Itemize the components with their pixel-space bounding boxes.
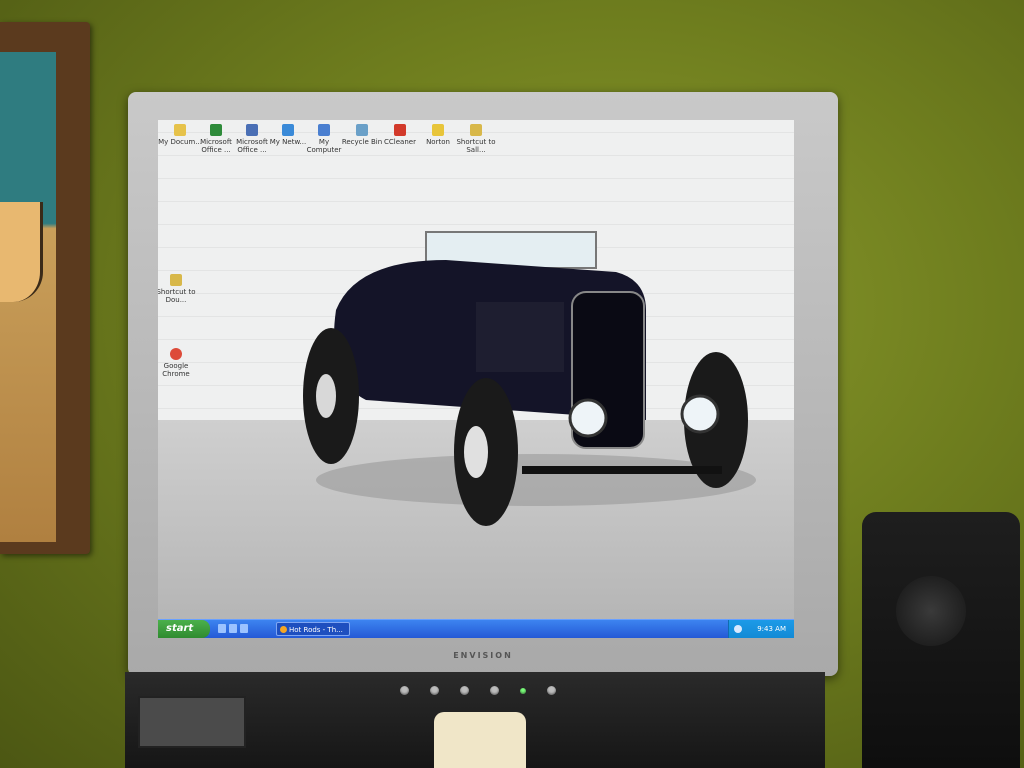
system-tray: 9:43 AM	[728, 620, 794, 638]
quick-launch-icon[interactable]	[240, 624, 248, 633]
power-led-icon	[520, 688, 526, 694]
recycle-bin-icon	[356, 124, 368, 136]
taskbar-window-button[interactable]: Hot Rods - Th...	[276, 622, 350, 636]
monitor-brand-label: ENVISION	[453, 651, 513, 660]
monitor: My Docum... Microsoft Office ... Microso…	[128, 92, 838, 676]
speaker	[862, 512, 1020, 768]
monitor-button[interactable]	[430, 686, 439, 695]
quick-launch-icon[interactable]	[229, 624, 237, 633]
office-icon	[246, 124, 258, 136]
monitor-button[interactable]	[490, 686, 499, 695]
monitor-button[interactable]	[460, 686, 469, 695]
desk-clock-display	[138, 696, 246, 748]
tray-icon[interactable]	[734, 625, 742, 633]
desktop-icon-label: Shortcut to Sall...	[456, 138, 496, 154]
quick-launch-bar	[218, 624, 248, 633]
desktop-icon-label: Shortcut to Dou...	[158, 288, 196, 304]
wallpaper-hot-rod-image	[303, 231, 756, 526]
quick-launch-icon[interactable]	[218, 624, 226, 633]
excel-icon	[210, 124, 222, 136]
shortcut-icon	[170, 274, 182, 286]
desktop-icon-label: Google Chrome	[162, 362, 190, 378]
sticker-decal	[434, 712, 526, 768]
monitor-control-buttons	[400, 686, 556, 695]
folder-icon	[174, 124, 186, 136]
desktop-icon-google-chrome[interactable]: Google Chrome	[158, 348, 198, 378]
desktop-screen: My Docum... Microsoft Office ... Microso…	[158, 120, 794, 638]
start-button[interactable]: start	[158, 620, 210, 638]
speaker-cone	[896, 576, 966, 646]
artwork-figure	[0, 202, 43, 302]
tray-clock[interactable]: 9:43 AM	[757, 625, 786, 633]
taskbar: start Hot Rods - Th... 9:43 AM	[158, 619, 794, 638]
desktop-icon-shortcut-dou[interactable]: Shortcut to Dou...	[158, 274, 198, 304]
network-icon	[282, 124, 294, 136]
computer-icon	[318, 124, 330, 136]
chrome-icon	[170, 348, 182, 360]
shortcut-icon	[470, 124, 482, 136]
desktop-icon-shortcut-sall[interactable]: Shortcut to Sall...	[454, 124, 498, 154]
norton-icon	[432, 124, 444, 136]
wall-picture-frame	[0, 22, 90, 554]
monitor-button[interactable]	[400, 686, 409, 695]
ccleaner-icon	[394, 124, 406, 136]
monitor-button[interactable]	[547, 686, 556, 695]
